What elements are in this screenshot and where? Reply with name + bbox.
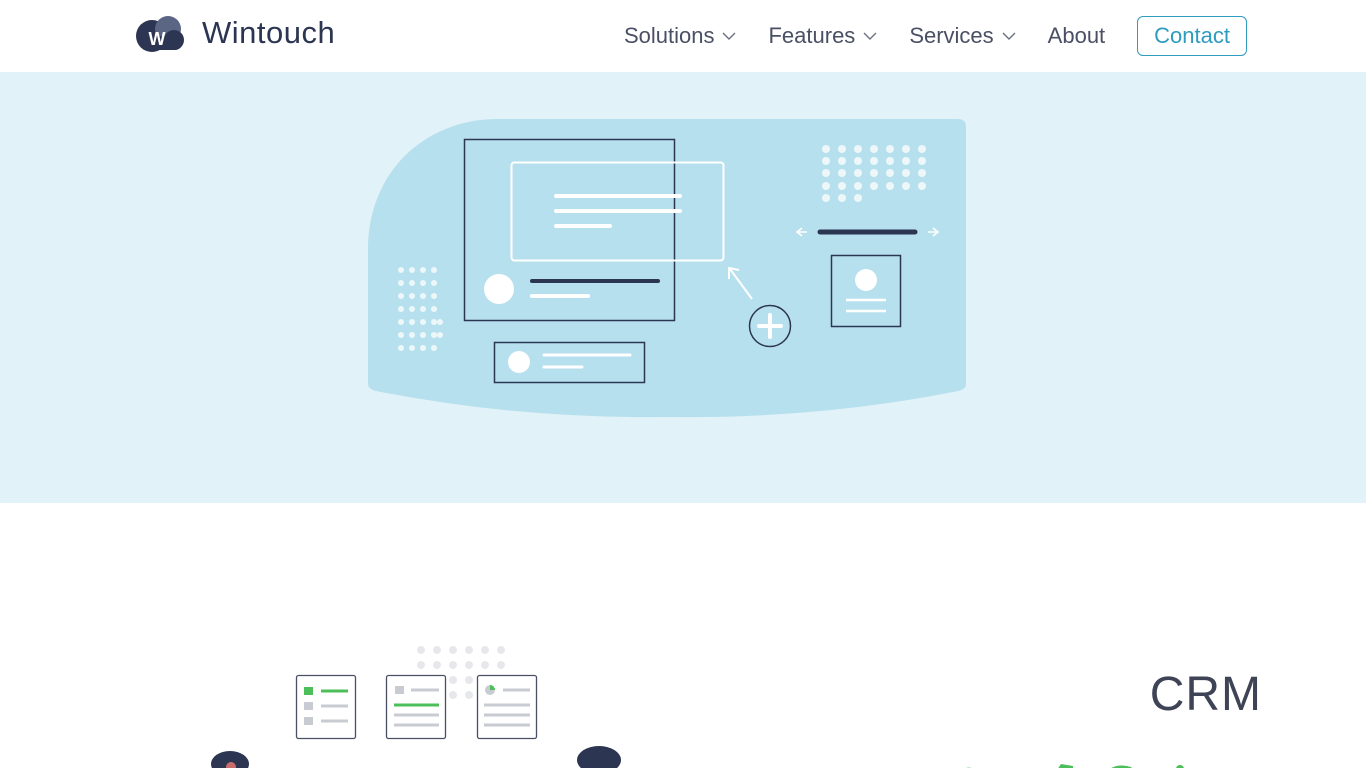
subtitle-peek <box>966 764 1184 768</box>
svg-text:W: W <box>149 29 166 49</box>
nav-item-about[interactable]: About <box>1048 16 1106 56</box>
chevron-down-icon <box>863 32 877 40</box>
nav-item-label: Features <box>768 23 856 48</box>
brand-name: Wintouch <box>202 15 336 50</box>
contact-button[interactable]: Contact <box>1137 16 1247 56</box>
cloud-logo-icon: W <box>136 16 184 52</box>
logo[interactable]: W Wintouch <box>134 14 335 52</box>
site-header: W Wintouch Solutions Features Services A… <box>0 0 1366 72</box>
hero-section <box>0 72 1366 503</box>
nav-item-label: About <box>1047 23 1106 48</box>
crm-section: CRM <box>0 503 1366 768</box>
nav-item-solutions[interactable]: Solutions <box>624 16 737 56</box>
chevron-down-icon <box>722 32 736 40</box>
contact-management-illustration <box>368 119 966 418</box>
nav-item-label: Services <box>909 23 994 48</box>
nav-item-services[interactable]: Services <box>909 16 1016 56</box>
chevron-down-icon <box>1002 32 1016 40</box>
section-title: CRM <box>1149 668 1262 721</box>
nav-item-features[interactable]: Features <box>768 16 877 56</box>
nav-item-label: Solutions <box>623 23 715 48</box>
crm-checklist-illustration <box>211 646 621 768</box>
main-nav: Solutions Features Services About Contac… <box>624 16 1247 56</box>
